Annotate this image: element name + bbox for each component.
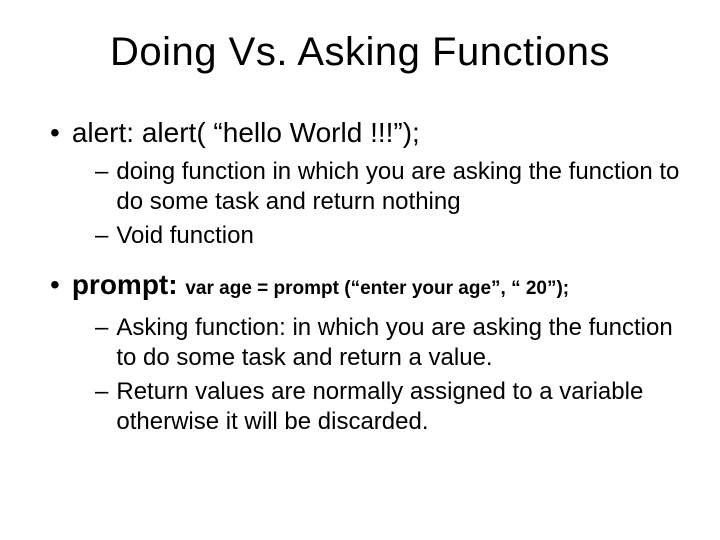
sub-item: – Void function xyxy=(30,221,690,251)
dash-mark: – xyxy=(95,157,108,217)
bullet-code-alert: alert( “hello World !!!”); xyxy=(142,117,420,148)
sub-text-prompt-2: Return values are normally assigned to a… xyxy=(116,377,690,437)
slide-title: Doing Vs. Asking Functions xyxy=(30,30,690,75)
bullet-label-alert: alert: xyxy=(72,117,142,148)
sub-item: – Asking function: in which you are aski… xyxy=(30,313,690,373)
dash-mark: – xyxy=(95,221,108,251)
dash-mark: – xyxy=(95,377,108,437)
bullet-content: alert: alert( “hello World !!!”); xyxy=(72,115,690,151)
sub-item: – doing function in which you are asking… xyxy=(30,157,690,217)
sub-text-alert-1: doing function in which you are asking t… xyxy=(116,157,690,217)
dash-mark: – xyxy=(95,313,108,373)
bullet-content: prompt: var age = prompt (“enter your ag… xyxy=(72,267,690,307)
bullet-mark: • xyxy=(50,115,60,151)
bullet-code-prompt: var age = prompt (“enter your age”, “ 20… xyxy=(185,278,569,299)
sub-text-alert-2: Void function xyxy=(116,221,690,251)
bullet-label-prompt: prompt: xyxy=(72,269,186,300)
bullet-alert: • alert: alert( “hello World !!!”); xyxy=(30,115,690,151)
bullet-prompt: • prompt: var age = prompt (“enter your … xyxy=(30,267,690,307)
sub-text-prompt-1: Asking function: in which you are asking… xyxy=(116,313,690,373)
bullet-mark: • xyxy=(50,267,60,307)
sub-item: – Return values are normally assigned to… xyxy=(30,377,690,437)
